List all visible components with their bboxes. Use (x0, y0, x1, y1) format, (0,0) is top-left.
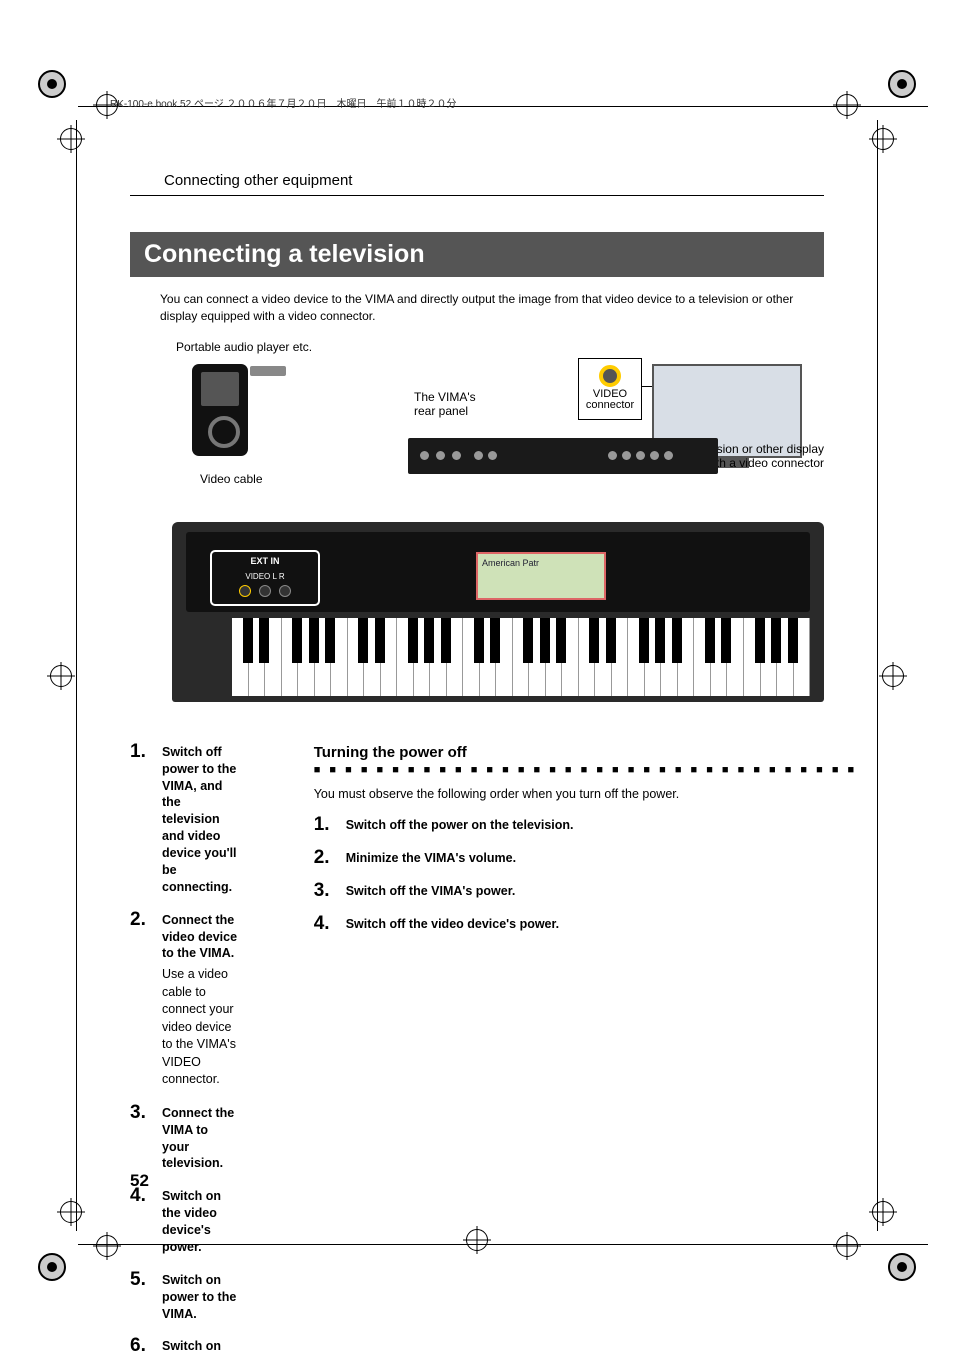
section-intro: You can connect a video device to the VI… (160, 291, 794, 326)
step-item: Switch off the power on the television. (314, 817, 857, 834)
ext-in-panel: EXT IN VIDEO L R (210, 550, 320, 606)
lcd-display: American Patr (476, 552, 606, 600)
step-item: Switch on the television. The image from… (130, 1338, 238, 1351)
step-body: Use a video cable to connect your video … (162, 966, 238, 1089)
rear-panel-label: The VIMA's rear panel (414, 390, 476, 418)
step-item: Minimize the VIMA's volume. (314, 850, 857, 867)
crop-mark-icon (60, 128, 82, 150)
page-number: 52 (130, 1171, 149, 1191)
connection-diagram: Portable audio player etc. The VIMA's re… (130, 340, 824, 720)
crop-mark-icon (882, 665, 904, 687)
crop-mark-icon (872, 128, 894, 150)
registration-mark (888, 1253, 916, 1281)
left-column: Switch off power to the VIMA, and the te… (130, 744, 238, 1351)
step-head: Switch on the video device's power. (162, 1188, 238, 1256)
portable-player-label: Portable audio player etc. (176, 340, 312, 354)
step-head: Minimize the VIMA's volume. (346, 850, 857, 867)
step-head: Connect the VIMA to your television. (162, 1105, 238, 1173)
step-head: Switch off the VIMA's power. (346, 883, 857, 900)
page: RK-100-e.book 52 ページ ２００６年７月２０日 木曜日 午前１０… (0, 0, 954, 1351)
subsection-title: Turning the power off (314, 744, 857, 761)
step-head: Switch on power to the VIMA. (162, 1272, 238, 1323)
step-head: Connect the video device to the VIMA. (162, 912, 238, 963)
video-connector-callout: VIDEO connector (578, 358, 642, 420)
ext-in-title: EXT IN (212, 556, 318, 566)
step-item: Switch off power to the VIMA, and the te… (130, 744, 238, 896)
subsection-intro: You must observe the following order whe… (314, 786, 857, 804)
registration-mark (888, 70, 916, 98)
registration-mark (38, 1253, 66, 1281)
connect-steps: Switch off power to the VIMA, and the te… (130, 744, 238, 1351)
step-item: Switch off the VIMA's power. (314, 883, 857, 900)
dotted-rule: ■ ■ ■ ■ ■ ■ ■ ■ ■ ■ ■ ■ ■ ■ ■ ■ ■ ■ ■ ■ … (314, 764, 857, 776)
video-cable-label-2: Video cable (200, 472, 263, 486)
step-item: Switch on power to the VIMA. (130, 1272, 238, 1323)
registration-mark (38, 70, 66, 98)
header-rule (130, 195, 824, 196)
crop-mark-icon (60, 1201, 82, 1223)
step-head: Switch on the television. (162, 1338, 238, 1351)
rca-jack-icon (599, 365, 621, 387)
text: The VIMA's (414, 390, 476, 404)
content-area: Connecting other equipment Connecting a … (130, 172, 824, 1191)
ext-in-sub: VIDEO L R (212, 572, 318, 581)
piano-keys (232, 618, 810, 696)
right-column: Turning the power off ■ ■ ■ ■ ■ ■ ■ ■ ■ … (314, 744, 857, 1351)
step-item: Connect the video device to the VIMA. Us… (130, 912, 238, 1089)
keyboard-illustration: EXT IN VIDEO L R American Patr (172, 522, 824, 702)
running-head: Connecting other equipment (164, 172, 824, 189)
power-off-steps: Switch off the power on the television. … (314, 817, 857, 933)
cable-plug-icon (250, 366, 286, 376)
trim-line (877, 120, 878, 1231)
text: rear panel (414, 404, 468, 418)
step-head: Switch off the power on the television. (346, 817, 857, 834)
keyboard-panel: EXT IN VIDEO L R American Patr (186, 532, 810, 612)
step-item: Connect the VIMA to your television. (130, 1105, 238, 1173)
rear-panel-icon (408, 438, 718, 474)
step-item: Switch off the video device's power. (314, 916, 857, 933)
step-item: Switch on the video device's power. (130, 1188, 238, 1256)
section-title: Connecting a television (130, 232, 824, 277)
text: VIDEO connector (579, 389, 641, 412)
video-connector-caption: VIDEO connector (579, 389, 641, 412)
instruction-columns: Switch off power to the VIMA, and the te… (130, 744, 824, 1351)
trim-line (76, 120, 77, 1231)
step-head: Switch off the video device's power. (346, 916, 857, 933)
crop-mark-icon (836, 94, 858, 116)
portable-player-icon (192, 364, 248, 456)
crop-mark-icon (50, 665, 72, 687)
crop-mark-icon (96, 1235, 118, 1257)
crop-mark-icon (872, 1201, 894, 1223)
book-header-info: RK-100-e.book 52 ページ ２００６年７月２０日 木曜日 午前１０… (110, 95, 457, 110)
step-head: Switch off power to the VIMA, and the te… (162, 744, 238, 896)
